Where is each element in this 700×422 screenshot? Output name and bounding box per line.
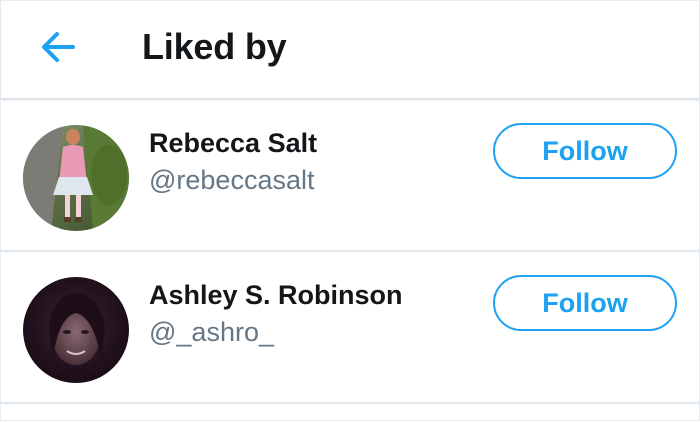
user-handle[interactable]: @rebeccasalt [149, 163, 314, 197]
arrow-left-icon [37, 25, 81, 74]
user-list: Rebecca Salt @rebeccasalt Follow Ashley … [1, 100, 699, 422]
user-name[interactable]: Ashley S. Robinson [149, 278, 403, 312]
back-button[interactable] [37, 27, 81, 71]
liked-by-screen: Liked by Rebecca Salt @rebeccasalt Follo… [0, 0, 700, 421]
user-handle[interactable]: @_ashro_ [149, 315, 274, 349]
top-bar: Liked by [1, 1, 699, 100]
avatar[interactable] [23, 277, 129, 383]
page-title: Liked by [142, 26, 287, 67]
follow-button[interactable]: Follow [493, 123, 677, 179]
list-item[interactable]: Rebecca Salt @rebeccasalt Follow [1, 100, 699, 252]
follow-button[interactable]: Follow [493, 275, 677, 331]
user-name[interactable]: Rebecca Salt [149, 126, 317, 160]
avatar[interactable] [23, 125, 129, 231]
list-item[interactable]: Ashley S. Robinson @_ashro_ Follow [1, 252, 699, 404]
list-item [1, 404, 699, 422]
